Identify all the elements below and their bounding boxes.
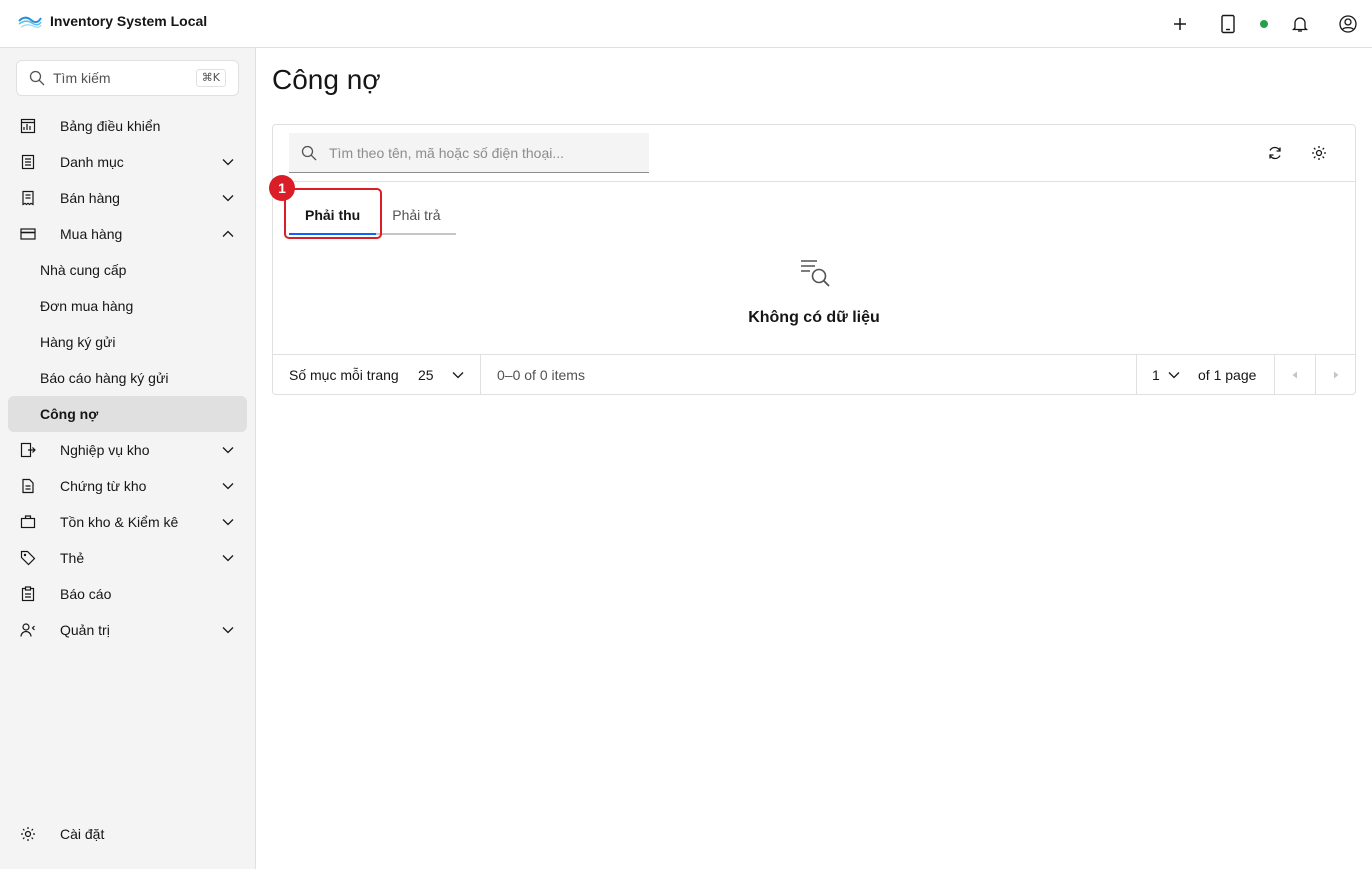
sidebar-item-sales[interactable]: Bán hàng xyxy=(8,180,247,216)
items-per-page-label: Số mục mỗi trang xyxy=(289,367,399,383)
clipboard-icon xyxy=(21,586,35,602)
sidebar-subitem-consignment-report[interactable]: Báo cáo hàng ký gửi xyxy=(8,360,247,396)
user-admin-icon xyxy=(20,623,35,637)
debts-panel: Tìm theo tên, mã hoặc số điện thoại... P… xyxy=(269,124,1356,395)
add-button[interactable] xyxy=(1156,0,1204,48)
items-range: 0–0 of 0 items xyxy=(497,367,585,383)
sidebar-subitem-consignment[interactable]: Hàng ký gửi xyxy=(8,324,247,360)
settings-label: Cài đặt xyxy=(60,826,105,842)
tab-receivable[interactable]: Phải thu xyxy=(289,197,377,235)
prev-page-button[interactable] xyxy=(1275,355,1315,395)
sidebar-item-label: Thẻ xyxy=(60,550,85,566)
search-icon xyxy=(29,70,45,86)
sidebar-item-dashboard[interactable]: Bảng điều khiển xyxy=(8,108,247,144)
document-icon xyxy=(22,478,34,494)
plus-icon xyxy=(1174,18,1186,30)
chevron-down-icon xyxy=(222,555,234,562)
tab-payable[interactable]: Phải trả xyxy=(376,197,457,235)
sidebar-item-label: Quản trị xyxy=(60,622,110,638)
sidebar-item-label: Bán hàng xyxy=(60,190,120,206)
chevron-down-icon xyxy=(222,627,234,634)
chevron-down-icon[interactable] xyxy=(1167,368,1181,382)
sidebar-item-label: Chứng từ kho xyxy=(60,478,147,494)
chevron-down-icon xyxy=(222,483,234,490)
pagination: Số mục mỗi trang 25 0–0 of 0 items 1 of … xyxy=(273,354,1355,395)
app-logo xyxy=(18,16,42,28)
chevron-down-icon xyxy=(222,195,234,202)
chevron-down-icon[interactable] xyxy=(451,368,465,382)
items-per-page-select[interactable]: 25 xyxy=(418,367,434,383)
sidebar-item-purchasing[interactable]: Mua hàng xyxy=(8,216,247,252)
gear-icon xyxy=(21,827,35,841)
empty-search-icon xyxy=(801,260,830,287)
sidebar-search-placeholder: Tìm kiếm xyxy=(53,70,111,86)
notifications-button[interactable] xyxy=(1276,0,1324,48)
sidebar-item-inventory[interactable]: Tồn kho & Kiểm kê xyxy=(8,504,247,540)
debt-tabs: Phải thu Phải trả xyxy=(289,197,457,235)
debt-search-placeholder: Tìm theo tên, mã hoặc số điện thoại... xyxy=(329,144,565,161)
empty-state-text: Không có dữ liệu xyxy=(748,309,880,326)
chevron-down-icon xyxy=(222,447,234,454)
sidebar-item-tags[interactable]: Thẻ xyxy=(8,540,247,576)
sidebar-item-label: Tồn kho & Kiểm kê xyxy=(60,514,179,530)
pagination-divider xyxy=(480,355,481,395)
sidebar-item-settings[interactable]: Cài đặt xyxy=(8,816,247,852)
sidebar-nav: Bảng điều khiển Danh mục Bán hàng Mua hà… xyxy=(8,108,247,648)
chevron-up-icon xyxy=(222,230,234,237)
caret-right-icon xyxy=(1334,371,1339,379)
app-title: Inventory System Local xyxy=(50,13,208,29)
search-shortcut: ⌘K xyxy=(195,69,226,87)
status-dot xyxy=(1260,20,1268,28)
refresh-button[interactable] xyxy=(1259,137,1291,169)
catalog-icon xyxy=(21,154,35,170)
next-page-button[interactable] xyxy=(1316,355,1356,395)
dashboard-icon xyxy=(20,118,36,134)
gear-icon xyxy=(1312,146,1326,160)
top-bar: Inventory System Local xyxy=(0,0,1372,48)
sidebar-item-label: Danh mục xyxy=(60,154,124,170)
notification-icon xyxy=(1291,17,1309,32)
receipt-icon xyxy=(22,190,34,206)
page-select[interactable]: 1 xyxy=(1152,367,1160,383)
chevron-down-icon xyxy=(222,159,234,166)
caret-left-icon xyxy=(1292,371,1297,379)
search-icon xyxy=(301,145,317,160)
sidebar-item-warehouse-docs[interactable]: Chứng từ kho xyxy=(8,468,247,504)
sidebar-subitem-suppliers[interactable]: Nhà cung cấp xyxy=(8,252,247,288)
user-menu-button[interactable] xyxy=(1324,0,1372,48)
page-title: Công nợ xyxy=(272,64,381,95)
sidebar-subitem-debts[interactable]: Công nợ xyxy=(8,396,247,432)
page-count: of 1 page xyxy=(1198,367,1257,383)
user-icon xyxy=(1339,15,1357,33)
connection-status xyxy=(1252,0,1276,48)
sidebar-item-label: Bảng điều khiển xyxy=(60,118,161,134)
pagination-divider xyxy=(1136,355,1137,395)
sidebar: Tìm kiếm ⌘K Bảng điều khiển Danh mục Bán… xyxy=(0,48,256,869)
debt-search-input[interactable]: Tìm theo tên, mã hoặc số điện thoại... xyxy=(289,133,649,173)
sidebar-item-catalog[interactable]: Danh mục xyxy=(8,144,247,180)
table-settings-button[interactable] xyxy=(1303,137,1335,169)
chevron-down-icon xyxy=(222,519,234,526)
sidebar-item-admin[interactable]: Quản trị xyxy=(8,612,247,648)
sidebar-item-label: Mua hàng xyxy=(60,226,123,242)
sidebar-item-reports[interactable]: Báo cáo xyxy=(8,576,247,612)
inventory-icon xyxy=(20,515,36,529)
sidebar-search[interactable]: Tìm kiếm ⌘K xyxy=(16,60,239,96)
annotation-badge: 1 xyxy=(269,175,295,201)
sidebar-item-label: Nghiệp vụ kho xyxy=(60,442,150,458)
credit-card-icon xyxy=(20,228,36,240)
tablet-icon xyxy=(1221,14,1235,34)
device-button[interactable] xyxy=(1204,0,1252,48)
warehouse-transfer-icon xyxy=(20,442,36,458)
sidebar-subitem-purchase-orders[interactable]: Đơn mua hàng xyxy=(8,288,247,324)
sidebar-item-warehouse-ops[interactable]: Nghiệp vụ kho xyxy=(8,432,247,468)
table-toolbar: Tìm theo tên, mã hoặc số điện thoại... xyxy=(273,125,1355,182)
refresh-icon xyxy=(1269,146,1281,160)
tag-icon xyxy=(20,550,36,566)
sidebar-item-label: Báo cáo xyxy=(60,586,112,602)
